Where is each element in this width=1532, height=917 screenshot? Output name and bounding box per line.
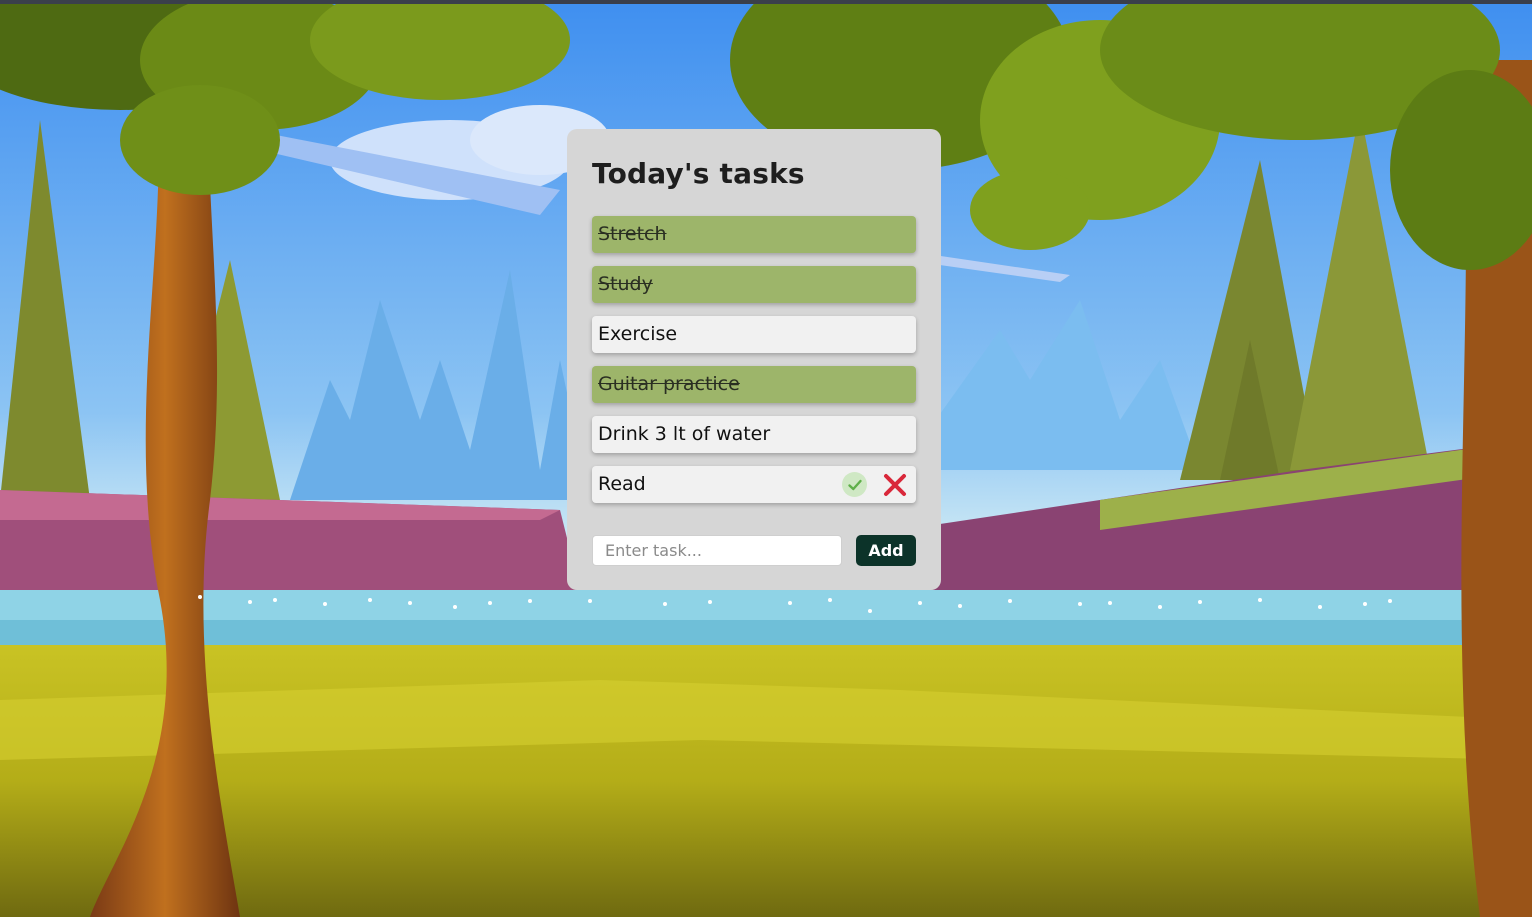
task-label: Drink 3 lt of water bbox=[598, 423, 771, 445]
task-item[interactable]: Drink 3 lt of water bbox=[592, 416, 916, 453]
todo-card: Today's tasks Stretch Study Exercise Gui… bbox=[567, 129, 941, 590]
task-item[interactable]: Stretch bbox=[592, 216, 916, 253]
add-task-button[interactable]: Add bbox=[856, 535, 916, 566]
task-item[interactable]: Study bbox=[592, 266, 916, 303]
add-task-form: Add bbox=[592, 535, 916, 566]
window-top-bar bbox=[0, 0, 1532, 4]
check-icon-glyph bbox=[847, 479, 862, 490]
close-icon[interactable] bbox=[881, 471, 908, 498]
task-input[interactable] bbox=[592, 535, 842, 566]
check-icon[interactable] bbox=[842, 472, 867, 497]
task-label: Study bbox=[598, 273, 653, 295]
task-item[interactable]: Exercise bbox=[592, 316, 916, 353]
task-list: Stretch Study Exercise Guitar practice D… bbox=[592, 216, 916, 516]
close-icon-glyph bbox=[883, 473, 906, 496]
task-label: Exercise bbox=[598, 323, 678, 345]
task-label: Guitar practice bbox=[598, 373, 740, 395]
task-item[interactable]: Guitar practice bbox=[592, 366, 916, 403]
task-item[interactable]: Read bbox=[592, 466, 916, 503]
task-label: Read bbox=[598, 473, 646, 495]
page-title: Today's tasks bbox=[592, 157, 805, 190]
task-actions bbox=[842, 471, 908, 498]
task-label: Stretch bbox=[598, 223, 667, 245]
